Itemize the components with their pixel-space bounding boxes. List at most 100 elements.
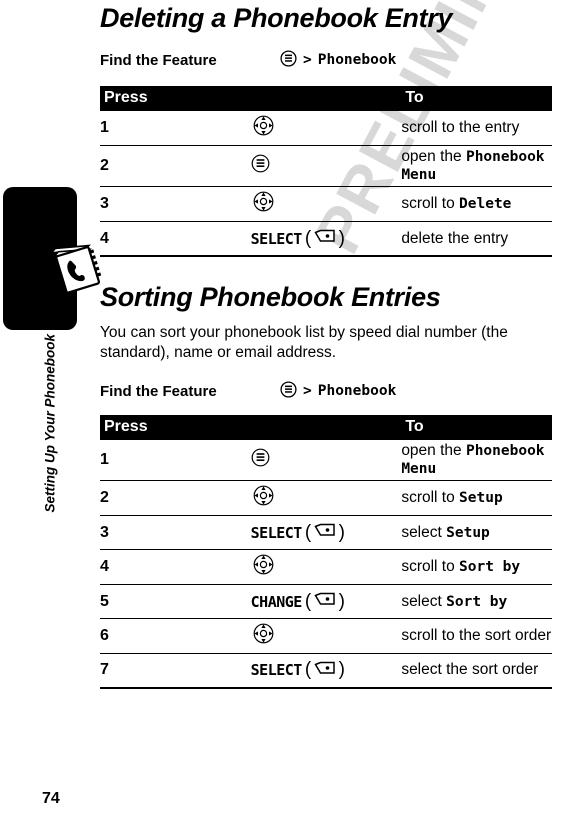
softkey-text: SELECT	[250, 523, 303, 542]
table-row: 6 scroll to the sort order	[100, 618, 552, 655]
step-number: 2	[100, 480, 251, 517]
paren-close: )	[338, 521, 345, 543]
step-desc-text: select	[401, 592, 447, 610]
menu-key-icon	[280, 381, 297, 402]
menu-key-icon	[251, 154, 270, 178]
step-number: 1	[100, 440, 251, 482]
paren-close: )	[338, 227, 345, 249]
step-desc-mono: Sort by	[459, 559, 521, 576]
steps-table-sorting: Press To 1 open the Phonebook Menu 2 scr…	[100, 415, 552, 689]
softkey-icon	[314, 229, 336, 248]
step-key	[250, 480, 402, 517]
find-feature-separator: >	[303, 52, 312, 69]
step-number: 1	[100, 111, 251, 147]
table-header-row: Press To	[100, 415, 552, 441]
column-header-to: To	[401, 415, 552, 441]
step-desc-mono: Setup	[459, 490, 503, 507]
find-feature-target: Phonebook	[317, 383, 397, 400]
paren-close: )	[338, 590, 345, 612]
step-key	[250, 186, 402, 223]
step-description: scroll to the entry	[401, 111, 552, 147]
find-feature-target: Phonebook	[317, 52, 397, 69]
phonebook-book-icon	[48, 237, 106, 299]
step-description: delete the entry	[401, 221, 552, 257]
step-desc-text: select	[401, 523, 447, 541]
step-desc-text: scroll to the sort order	[401, 627, 552, 645]
step-desc-text: scroll to the entry	[401, 119, 520, 137]
step-description: scroll to Sort by	[401, 549, 552, 586]
softkey-icon	[314, 523, 336, 542]
menu-key-icon	[280, 50, 297, 71]
step-key	[250, 440, 402, 482]
paren-open: (	[304, 521, 311, 543]
step-number: 4	[100, 549, 251, 586]
paren-open: (	[304, 227, 311, 249]
table-row: 4 scroll to Sort by	[100, 549, 552, 586]
step-description: open the Phonebook Menu	[401, 440, 552, 482]
table-row: 2 scroll to Setup	[100, 480, 552, 517]
step-description: scroll to Setup	[401, 480, 552, 517]
step-desc-text: open the	[401, 442, 466, 460]
document-page: Setting Up Your Phonebook 74 Deleting a …	[0, 0, 582, 838]
step-description: scroll to Delete	[401, 186, 552, 223]
step-key	[250, 145, 402, 188]
find-feature-label: Find the Feature	[100, 51, 217, 69]
step-desc-text: scroll to	[401, 558, 460, 576]
table-header-row: Press To	[100, 86, 552, 112]
body-paragraph-sorting: You can sort your phonebook list by spee…	[100, 324, 508, 362]
step-desc-mono: Setup	[446, 524, 490, 541]
step-number: 5	[100, 584, 251, 620]
step-desc-mono: Delete	[459, 196, 512, 213]
step-key: SELECT ( )	[250, 221, 402, 257]
table-row: 7 SELECT ( ) select the sort order	[100, 653, 552, 689]
table-row: 1 scroll to the entry	[100, 111, 552, 147]
steps-table-deleting: Press To 1 scroll to the entry 2 open th…	[100, 86, 552, 257]
column-header-press: Press	[100, 415, 402, 441]
softkey-text: CHANGE	[250, 592, 303, 611]
step-number: 6	[100, 618, 251, 655]
step-description: scroll to the sort order	[401, 618, 552, 655]
navigation-key-icon	[251, 552, 276, 582]
softkey-select-label: SELECT ( )	[251, 228, 345, 250]
step-key	[250, 549, 402, 586]
table-row: 1 open the Phonebook Menu	[100, 440, 552, 482]
chapter-title-vertical: Setting Up Your Phonebook	[42, 334, 58, 513]
step-description: open the Phonebook Menu	[401, 145, 552, 188]
softkey-icon	[314, 592, 336, 611]
find-the-feature-deleting: Find the Feature > Phonebook	[100, 48, 582, 72]
paren-open: (	[304, 590, 311, 612]
step-number: 3	[100, 186, 251, 223]
find-feature-label: Find the Feature	[100, 382, 217, 400]
step-desc-text: open the	[401, 148, 466, 166]
step-key: SELECT ( )	[250, 653, 402, 689]
softkey-change-label: CHANGE ( )	[251, 591, 345, 613]
find-feature-path: > Phonebook	[280, 50, 396, 71]
table-row: 3 SELECT ( ) select Setup	[100, 515, 552, 551]
navigation-key-icon	[251, 621, 276, 651]
softkey-select-label: SELECT ( )	[251, 659, 345, 681]
step-key: SELECT ( )	[250, 515, 402, 551]
step-key	[250, 618, 402, 655]
page-number: 74	[42, 790, 60, 807]
navigation-key-icon	[251, 483, 276, 513]
chapter-sidebar: Setting Up Your Phonebook 74	[0, 0, 102, 838]
navigation-key-icon	[251, 113, 276, 143]
step-description: select Setup	[401, 515, 552, 551]
page-content: Deleting a Phonebook Entry Find the Feat…	[100, 0, 582, 689]
step-desc-text: delete the entry	[401, 229, 509, 247]
step-key: CHANGE ( )	[250, 584, 402, 620]
column-header-to: To	[401, 86, 552, 112]
paren-close: )	[338, 659, 345, 681]
step-number: 7	[100, 653, 251, 689]
step-desc-text: scroll to	[401, 489, 460, 507]
step-number: 3	[100, 515, 251, 551]
find-feature-separator: >	[303, 383, 312, 400]
find-feature-path: > Phonebook	[280, 381, 396, 402]
table-row: 2 open the Phonebook Menu	[100, 145, 552, 188]
page-title-deleting: Deleting a Phonebook Entry	[100, 3, 453, 33]
step-desc-text: select the sort order	[401, 661, 539, 679]
step-description: select the sort order	[401, 653, 552, 689]
table-row: 3 scroll to Delete	[100, 186, 552, 223]
table-row: 4 SELECT ( ) delete the entry	[100, 221, 552, 257]
step-key	[250, 111, 402, 147]
